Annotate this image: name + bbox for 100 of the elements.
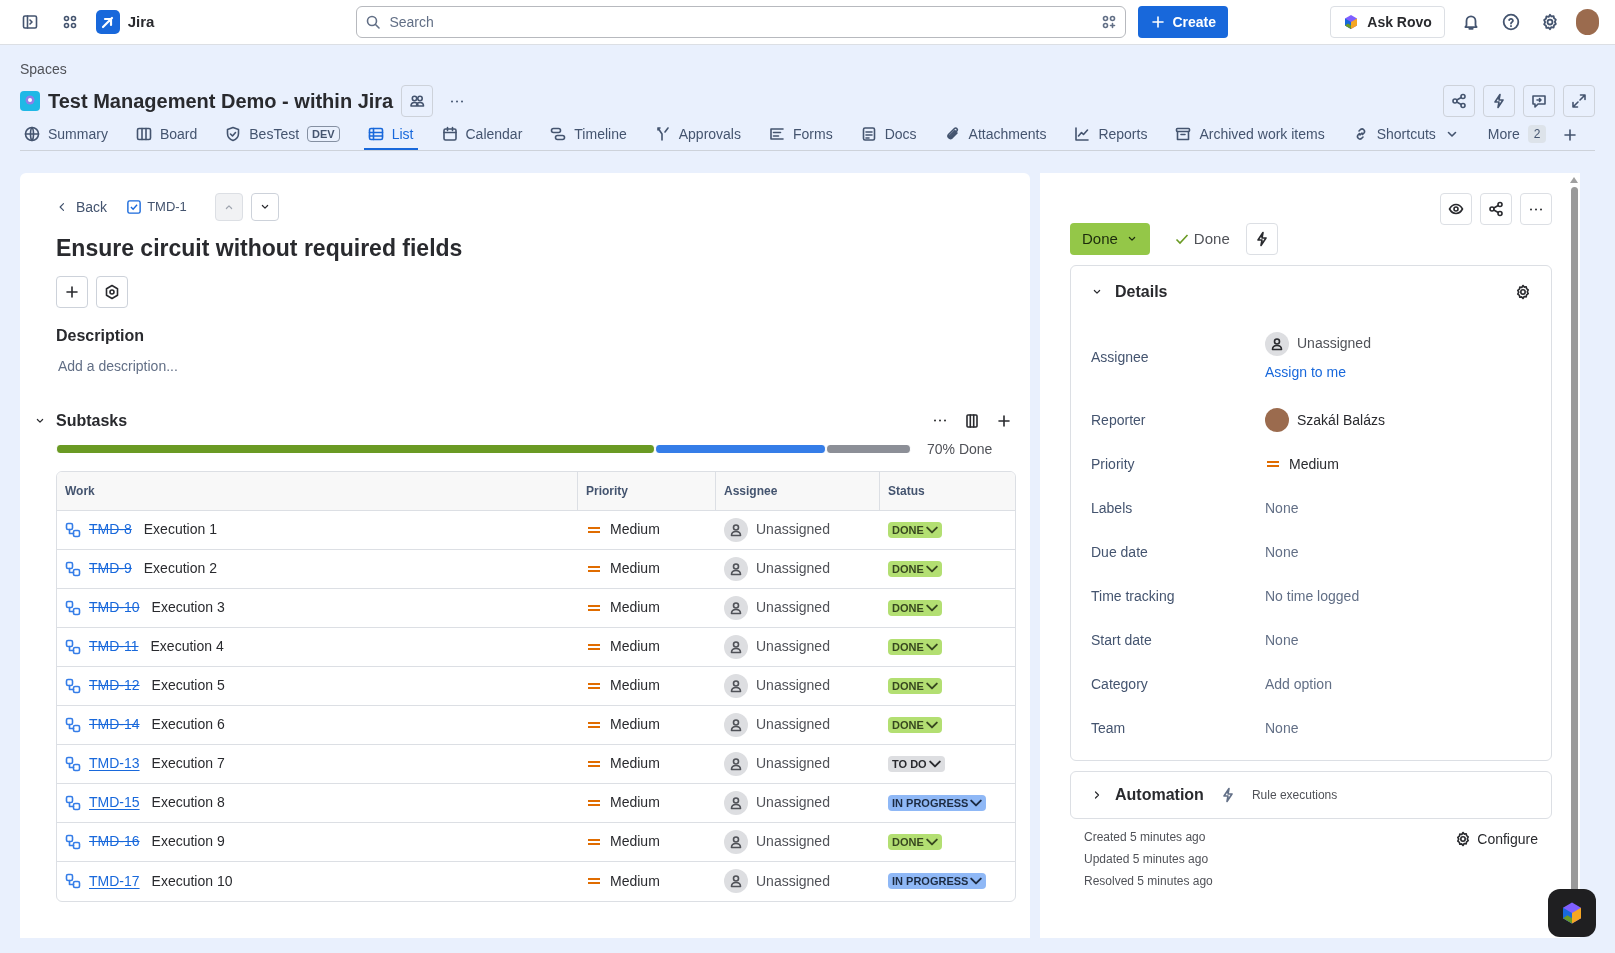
avatar-icon [724, 751, 748, 776]
share-button[interactable] [1443, 85, 1475, 117]
status-lozenge[interactable]: DONE [888, 521, 942, 538]
plus-icon [1150, 14, 1167, 30]
breadcrumb-link[interactable]: Spaces [20, 59, 1595, 79]
subtask-icon [65, 716, 81, 733]
settings-icon [1515, 284, 1531, 300]
issue-key-link[interactable]: TMD-1 [127, 197, 187, 217]
tab[interactable]: Calendar [437, 120, 527, 150]
issue-key-link[interactable]: TMD-12 [89, 675, 140, 696]
table-cell-text: Execution 1 [143, 520, 217, 539]
fullscreen-button[interactable] [1563, 85, 1595, 117]
chevron-down-icon [928, 759, 941, 768]
assign-to-me-link[interactable]: Assign to me [1265, 361, 1371, 383]
team-button[interactable] [401, 85, 434, 117]
description-field[interactable]: Add a description... [58, 355, 1016, 377]
tab[interactable]: Approvals [650, 120, 745, 150]
status-lozenge[interactable]: IN PROGRESS [888, 873, 987, 889]
field-value[interactable]: No time logged [1265, 585, 1360, 607]
tab[interactable]: Timeline [546, 120, 631, 150]
tab[interactable]: More 2 [1483, 120, 1551, 150]
settings-button[interactable] [1515, 284, 1531, 300]
issue-key-link[interactable]: TMD-11 [89, 636, 139, 657]
fork-icon [654, 126, 671, 142]
avatar-icon [724, 869, 748, 893]
issue-key-link[interactable]: TMD-16 [89, 831, 140, 852]
actions-button[interactable] [1245, 223, 1278, 255]
tab-label: Docs [884, 124, 917, 144]
resolution-text: Done [1193, 228, 1230, 249]
status-lozenge[interactable]: IN PROGRESS [888, 794, 987, 811]
field-value[interactable]: Medium [1289, 453, 1339, 475]
app-logo[interactable] [95, 10, 120, 34]
table-cell-text: Execution 7 [151, 754, 225, 773]
chevron-down-icon [925, 837, 938, 846]
issue-key-link[interactable]: TMD-17 [89, 870, 140, 892]
field-label: Time tracking [1091, 586, 1176, 606]
issue-key-link[interactable]: TMD-13 [89, 753, 140, 774]
user-avatar [1265, 408, 1289, 432]
status-lozenge[interactable]: TO DO [888, 755, 945, 772]
automation-button[interactable] [1483, 85, 1515, 117]
tab[interactable]: Summary [20, 120, 112, 150]
table-cell-text: Execution 9 [151, 832, 225, 851]
tab[interactable]: Docs [856, 120, 921, 150]
user-avatar[interactable] [1576, 9, 1599, 35]
add-button[interactable] [56, 275, 88, 308]
tab[interactable]: Board [131, 120, 202, 150]
status-button[interactable]: Done [1070, 223, 1150, 255]
share-button[interactable] [1480, 193, 1512, 225]
status-lozenge[interactable]: DONE [888, 716, 942, 733]
tab[interactable]: Reports [1070, 120, 1152, 150]
rule-executions-link[interactable]: Rule executions [1251, 786, 1338, 804]
status-lozenge[interactable]: DONE [888, 638, 942, 655]
plus-icon [1562, 127, 1579, 143]
field-label: Reporter [1091, 410, 1147, 430]
field-value[interactable]: Unassigned [1297, 333, 1371, 354]
table-cell-text: Unassigned [756, 793, 830, 812]
subtask-icon [65, 755, 81, 772]
issue-key-link[interactable]: TMD-10 [89, 597, 140, 618]
assistant-button[interactable] [1548, 889, 1596, 937]
status-lozenge[interactable]: DONE [888, 677, 942, 694]
ask-rovo-button[interactable]: Ask Rovo [1330, 6, 1445, 38]
watch-button[interactable] [1440, 193, 1472, 225]
issue-key-link[interactable]: TMD-8 [89, 519, 132, 540]
status-lozenge[interactable]: DONE [888, 560, 942, 577]
tab-label: Attachments [968, 124, 1047, 144]
eye-icon [1448, 201, 1464, 217]
issue-key-link[interactable]: TMD-9 [89, 558, 132, 579]
issue-key-link[interactable]: TMD-15 [89, 792, 140, 813]
apps-button[interactable] [96, 275, 128, 308]
search-field[interactable]: Search [356, 6, 1127, 38]
issue-key-link[interactable]: TMD-14 [89, 714, 140, 735]
field-value[interactable]: Szakál Balázs [1297, 409, 1385, 431]
table-cell-text: Medium [610, 598, 660, 617]
status-lozenge[interactable]: DONE [888, 833, 942, 850]
field-value[interactable]: None [1265, 541, 1299, 563]
section-heading: Automation [1115, 785, 1204, 805]
field-value[interactable]: None [1265, 629, 1299, 651]
tab[interactable]: Forms [765, 120, 837, 150]
status-lozenge[interactable]: DONE [888, 599, 942, 616]
feedback-button[interactable] [1523, 85, 1555, 117]
tab-label: Reports [1098, 124, 1148, 144]
field-label: Assignee [1091, 347, 1150, 367]
table-cell-text: Unassigned [756, 598, 830, 617]
tab[interactable]: BesTest DEV [221, 120, 344, 150]
configure-button[interactable]: Configure [1455, 829, 1538, 849]
field-value[interactable]: Add option [1265, 673, 1332, 695]
tab[interactable]: Archived work items [1171, 120, 1329, 150]
tab-label: Approvals [678, 124, 741, 144]
back-link[interactable]: Back [56, 196, 108, 218]
field-value[interactable]: None [1265, 717, 1299, 739]
avatar-icon [724, 712, 748, 737]
tab[interactable]: List [363, 120, 418, 150]
search-input[interactable]: Search [389, 11, 1094, 33]
tab[interactable]: Shortcuts [1348, 120, 1464, 150]
field-value[interactable]: None [1265, 497, 1299, 519]
add-tab-button[interactable] [1562, 127, 1579, 143]
table-cell-text: Execution 8 [151, 793, 225, 812]
chevron-down-icon [970, 877, 983, 885]
create-button[interactable]: Create [1138, 6, 1228, 38]
tab[interactable]: Attachments [940, 120, 1051, 150]
